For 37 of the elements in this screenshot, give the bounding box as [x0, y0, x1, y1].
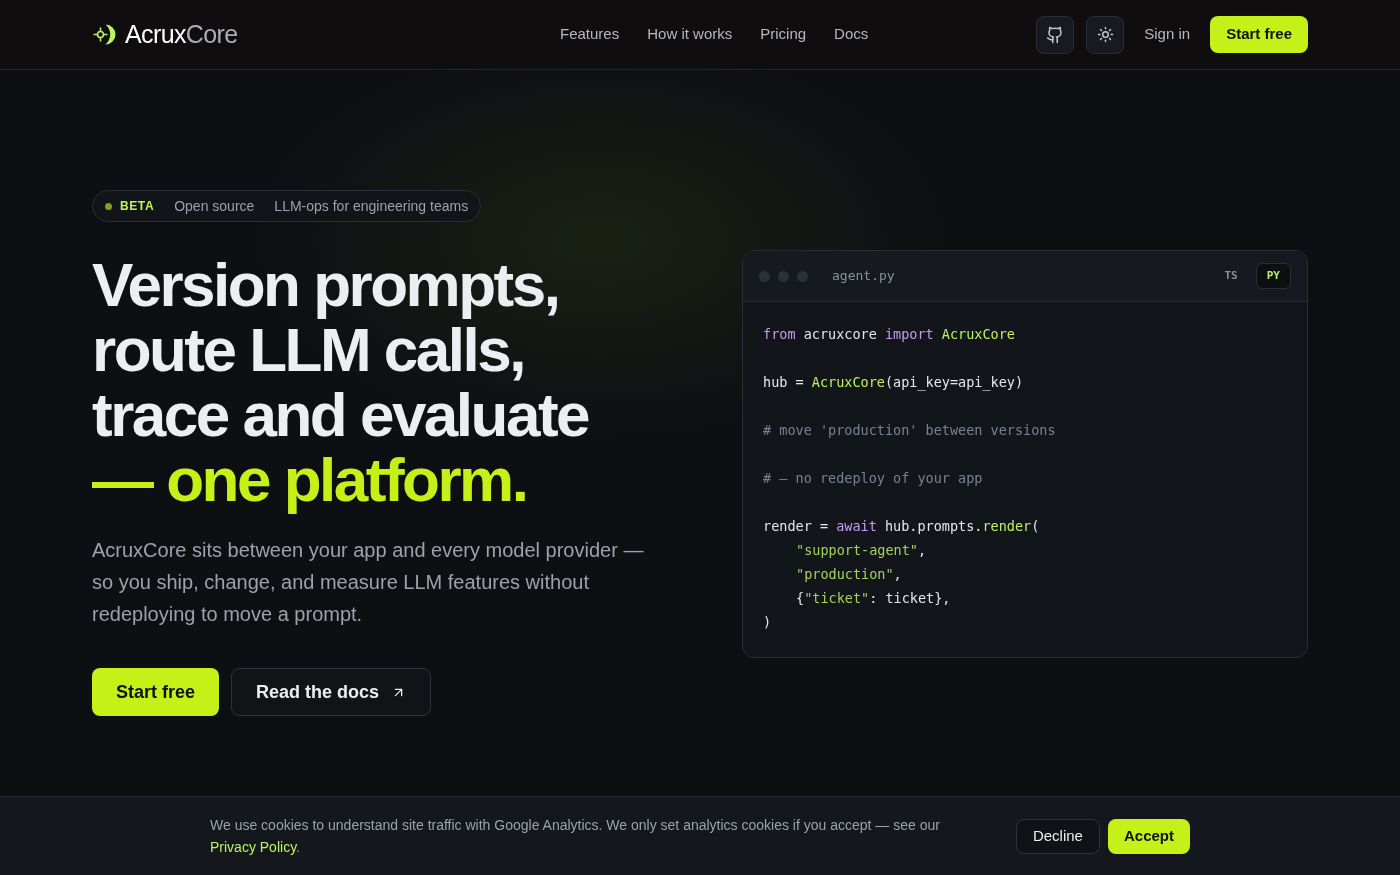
- sign-in-link[interactable]: Sign in: [1136, 23, 1199, 46]
- file-name: agent.py: [832, 267, 895, 286]
- code-line: from acruxcore import AcruxCore: [763, 325, 1015, 344]
- read-docs-button[interactable]: Read the docs: [231, 668, 432, 716]
- code-line: ): [763, 613, 772, 632]
- headline-line: Version prompts,: [92, 252, 560, 317]
- code-line: # move 'production' between versions: [763, 421, 1056, 440]
- nav-link[interactable]: Docs: [834, 23, 869, 46]
- language-tab[interactable]: PY: [1255, 263, 1291, 289]
- code-line: render = await hub.prompts.render(: [763, 517, 1040, 536]
- code-line: # — no redeploy of your app: [763, 469, 983, 488]
- decline-button[interactable]: Decline: [1015, 818, 1100, 854]
- github-button[interactable]: [1036, 15, 1075, 54]
- language-tab[interactable]: TS: [1214, 263, 1248, 289]
- sun-icon: [1096, 26, 1114, 43]
- code-line: "production",: [795, 565, 902, 584]
- cookie-message: We use cookies to understand site traffic with Google Analytics. We only set analytics cookies if you accept — see our Privacy Policy.: [210, 816, 941, 857]
- nav-link[interactable]: Features: [560, 23, 620, 46]
- headline-line: trace and evaluate: [92, 382, 590, 447]
- badge-tag: BETA: [120, 197, 155, 215]
- nav-link[interactable]: Pricing: [760, 23, 807, 46]
- nav-link[interactable]: How it works: [647, 23, 733, 46]
- start-free-button[interactable]: Start free: [92, 668, 220, 716]
- brand-name[interactable]: AcruxCore: [125, 15, 238, 54]
- logo-icon: [92, 24, 117, 45]
- code-line: "support-agent",: [795, 541, 927, 560]
- accept-button[interactable]: Accept: [1107, 818, 1190, 854]
- badge-text: LLM-ops for engineering teams: [274, 196, 469, 216]
- status-dot-icon: [105, 202, 112, 210]
- code-line: {"ticket": ticket},: [795, 589, 951, 608]
- lead-paragraph: AcruxCore sits between your app and every model provider — so you ship, change, and measure LLM features without redeploying to move a prompt.: [92, 538, 645, 627]
- code-line: hub = AcruxCore(api_key=api_key): [763, 373, 1024, 393]
- github-icon: [1046, 25, 1065, 44]
- theme-toggle-button[interactable]: [1086, 15, 1125, 54]
- start-free-button[interactable]: Start free: [1210, 16, 1308, 53]
- headline-line: — one platform.: [92, 447, 528, 512]
- badge-text: Open source: [174, 196, 255, 216]
